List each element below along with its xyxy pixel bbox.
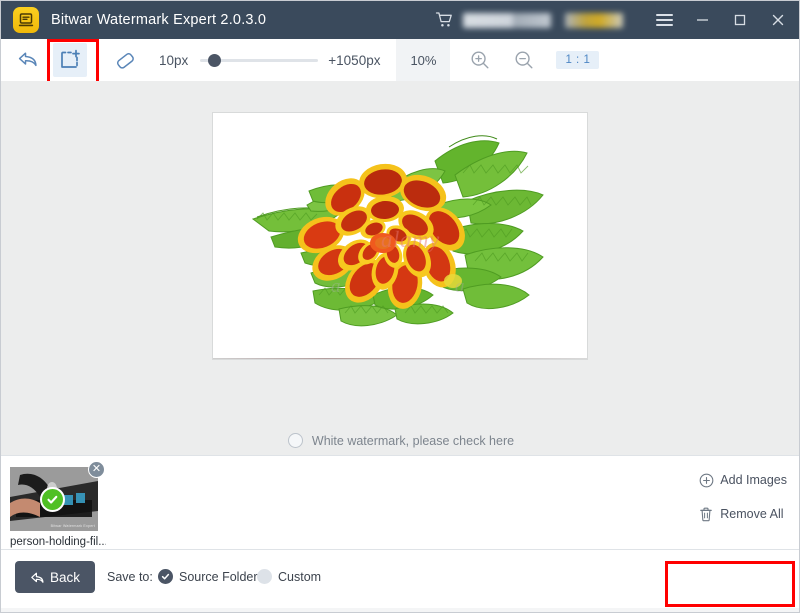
zoom-out-icon[interactable] [508, 44, 540, 76]
list-item[interactable]: Bitwar Watermark Expert ✕ person-holding… [10, 461, 106, 548]
eraser-icon[interactable] [109, 43, 143, 77]
back-button[interactable]: Back [15, 561, 95, 593]
hamburger-menu-icon[interactable] [645, 1, 683, 39]
brush-size-slider[interactable] [200, 51, 319, 69]
brush-min-label: 10px [159, 52, 189, 68]
thumbnail-image[interactable]: Bitwar Watermark Expert [10, 467, 98, 531]
photo-preview[interactable]: alamy a a [212, 112, 588, 360]
undo-arrow-icon[interactable] [11, 43, 45, 77]
censored-region-badge [565, 12, 623, 28]
white-watermark-radio[interactable] [287, 433, 303, 448]
footer-bar: Back Save to: Source Folder Custom VIP B… [1, 549, 799, 612]
file-list-actions: Add Images Remove All [698, 472, 787, 540]
menu-lines [655, 11, 673, 29]
image-watermark-text-2: a [331, 276, 341, 297]
brush-max-label: +1050px [328, 52, 381, 68]
add-images-button[interactable]: Add Images [698, 472, 787, 488]
remove-all-label: Remove All [720, 507, 784, 521]
back-arrow-icon [30, 571, 44, 584]
application-window: Bitwar Watermark Expert 2.0.3.0 10px +10… [0, 0, 800, 613]
minimize-icon[interactable] [683, 1, 721, 39]
back-label: Back [49, 569, 80, 585]
thumbnail-caption: Bitwar Watermark Expert [50, 524, 95, 528]
save-option-source-folder-radio[interactable] [158, 569, 173, 584]
image-canvas-area[interactable]: alamy a a White watermark, please check … [1, 81, 799, 455]
remove-all-button[interactable]: Remove All [698, 506, 787, 522]
save-to-label: Save to: [107, 570, 153, 584]
check-circle-icon [40, 487, 65, 512]
footer-divider [1, 549, 799, 550]
window-title: Bitwar Watermark Expert 2.0.3.0 [51, 12, 267, 28]
censored-region-account [463, 12, 551, 28]
actual-size-button[interactable]: 1 : 1 [556, 51, 600, 69]
zoom-in-icon[interactable] [464, 44, 496, 76]
close-icon[interactable] [759, 1, 797, 39]
list-item-filename: person-holding-fil... [10, 536, 106, 548]
slider-handle[interactable] [208, 54, 222, 67]
add-selection-icon[interactable] [53, 43, 87, 77]
shopping-cart-icon[interactable] [425, 1, 463, 39]
file-list-panel: Bitwar Watermark Expert ✕ person-holding… [1, 455, 799, 551]
save-option-source-folder-label[interactable]: Source Folder [179, 570, 258, 584]
footer-bottom-strip [1, 608, 799, 612]
maximize-icon[interactable] [721, 1, 759, 39]
photo-bottom-edge-artifact [213, 358, 587, 359]
save-option-custom-label[interactable]: Custom [278, 570, 321, 584]
app-logo-icon [13, 7, 39, 33]
zoom-level-display[interactable]: 10% [396, 39, 451, 81]
white-watermark-label: White watermark, please check here [311, 433, 515, 448]
image-watermark-text-3: a [455, 276, 465, 297]
white-watermark-option[interactable]: White watermark, please check here [1, 433, 799, 448]
editor-toolbar: 10px +1050px 10% 1 : 1 [1, 39, 799, 82]
save-option-custom-radio[interactable] [257, 569, 272, 584]
title-bar: Bitwar Watermark Expert 2.0.3.0 [1, 1, 799, 39]
add-images-label: Add Images [720, 473, 787, 487]
plus-circle-icon [698, 472, 714, 488]
image-watermark-text: alamy [381, 227, 440, 252]
remove-thumbnail-close-icon[interactable]: ✕ [88, 461, 105, 478]
trash-icon [698, 506, 714, 522]
